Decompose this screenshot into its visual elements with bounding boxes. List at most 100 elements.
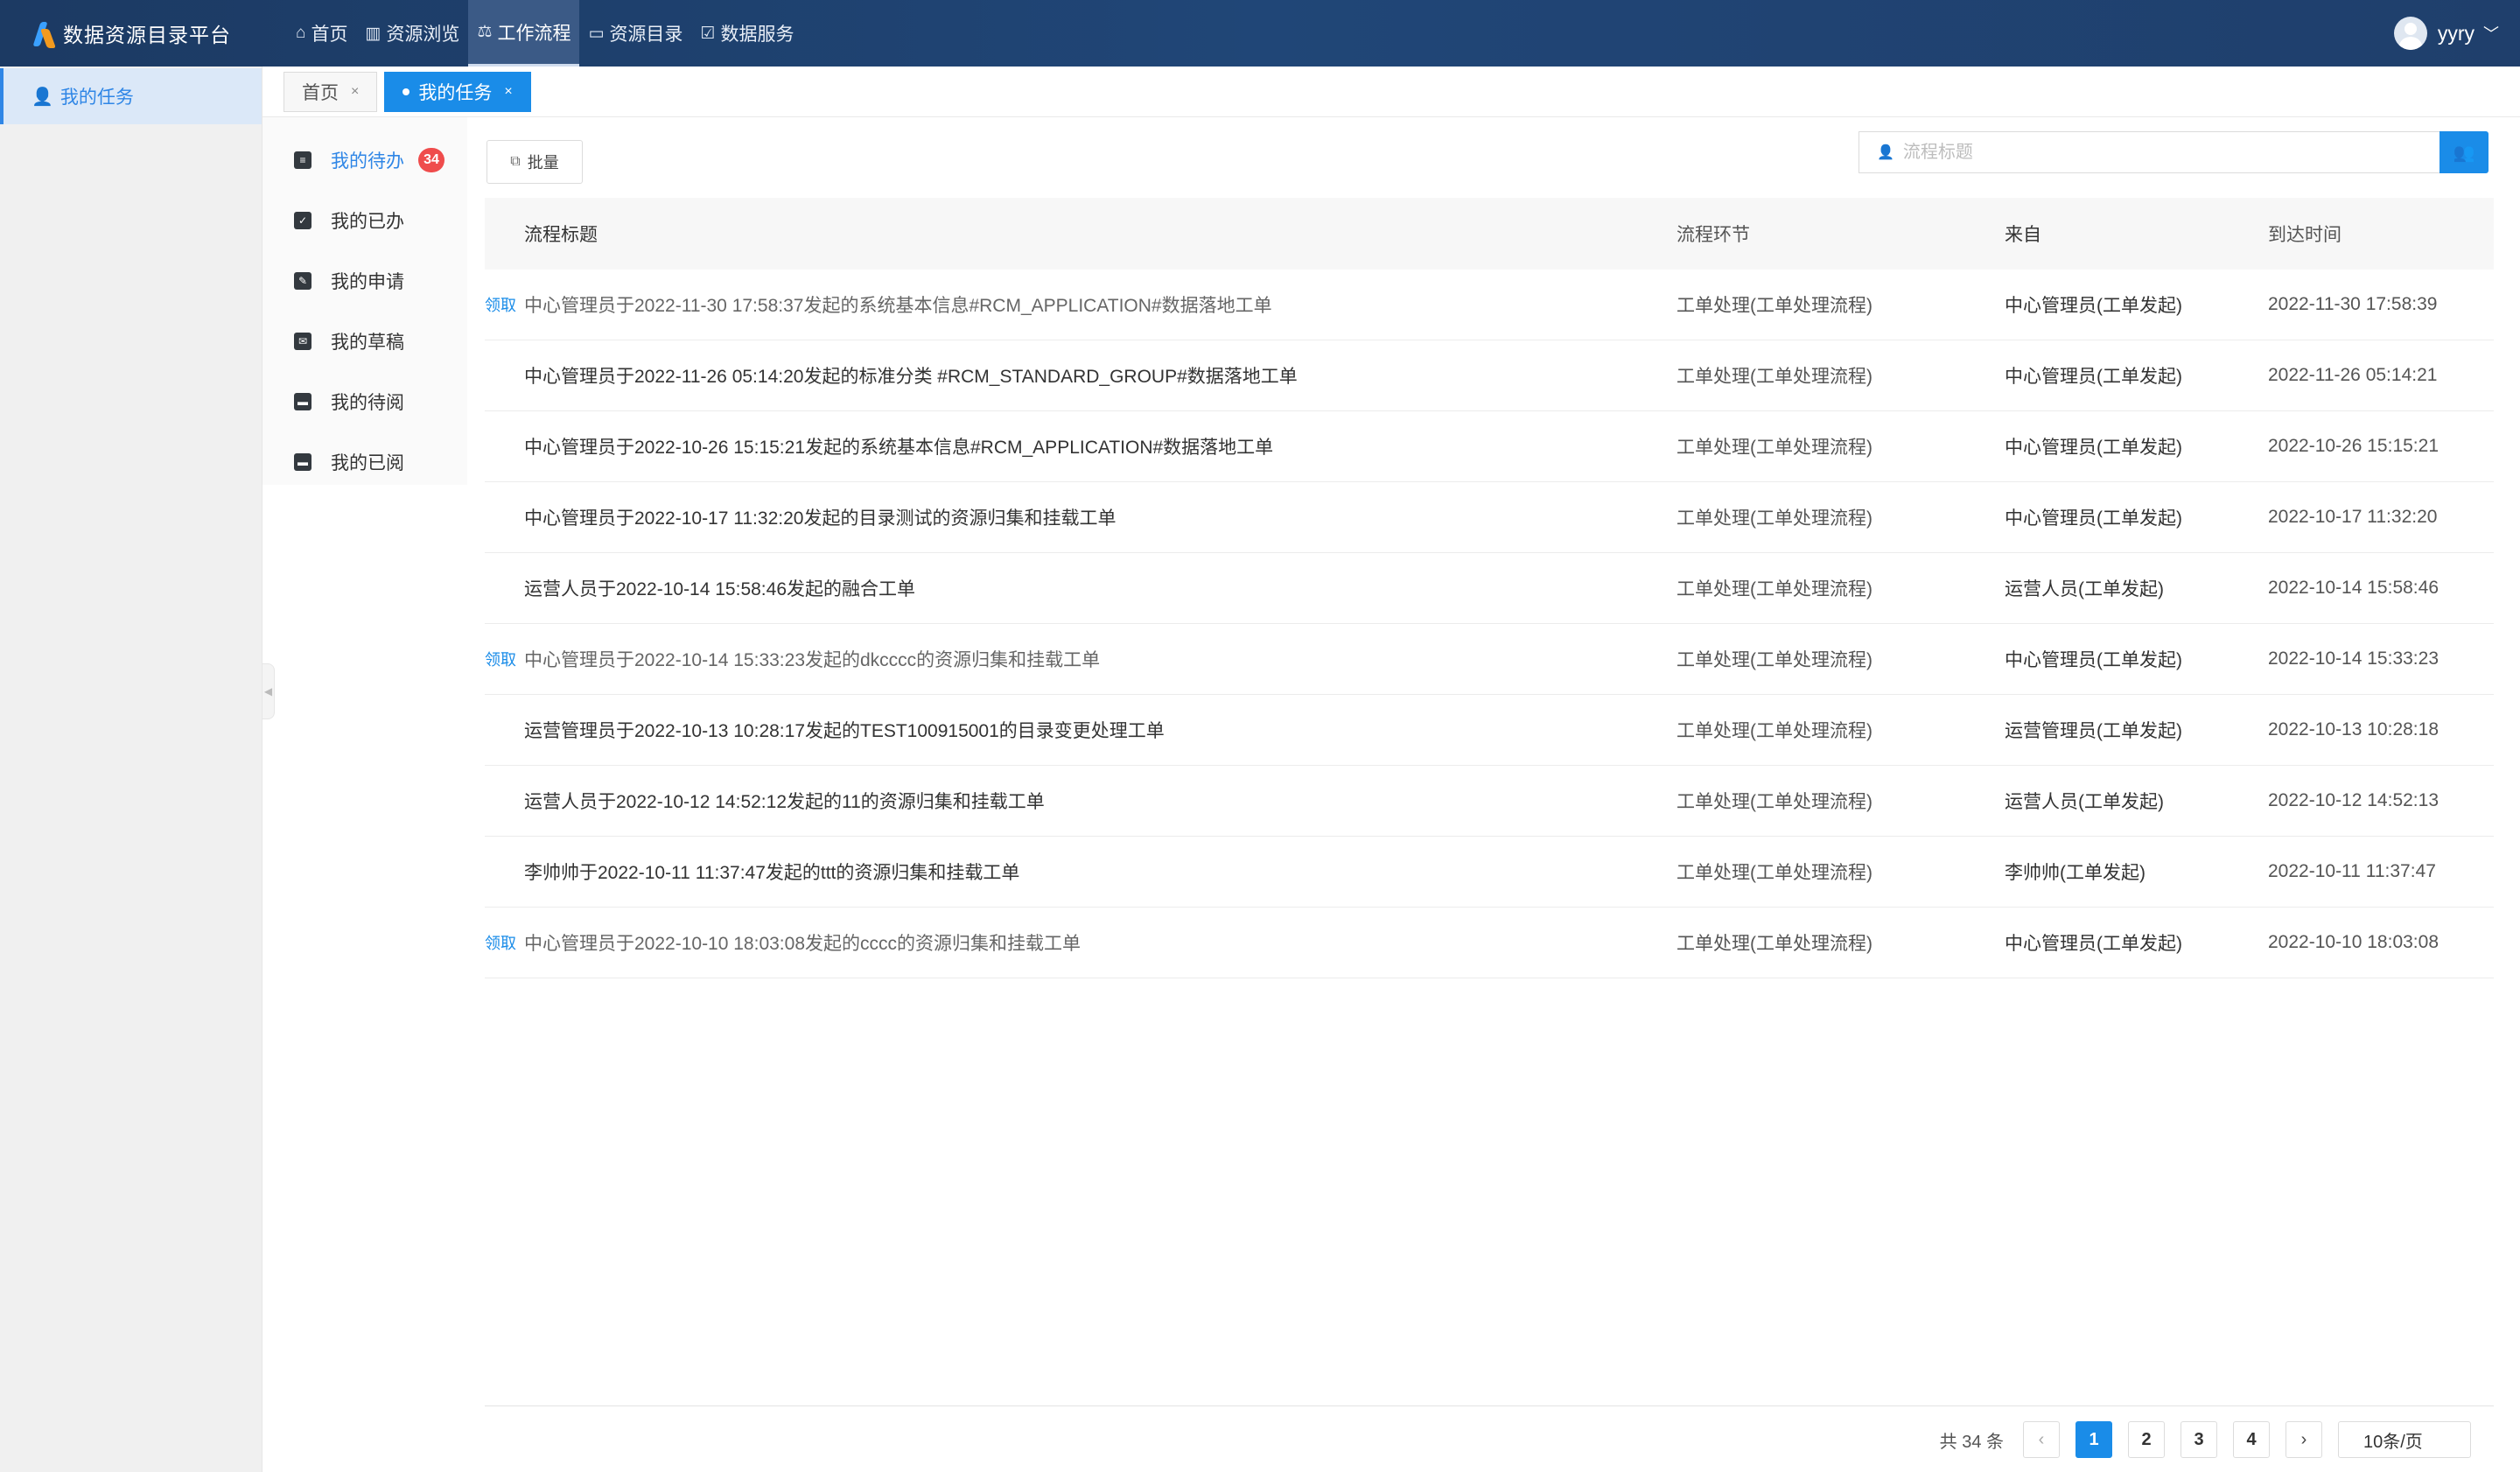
nav-label: 资源浏览 [386, 25, 460, 45]
nav-label: 数据服务 [720, 25, 794, 45]
row-title[interactable]: 运营管理员于2022-10-13 10:28:17发起的TEST10091500… [524, 717, 1676, 743]
nav-item-workflow[interactable]: ⚖ 工作流程 [468, 0, 580, 67]
row-from: 运营人员(工单发起) [2005, 579, 2164, 599]
submenu-label: 我的已阅 [331, 452, 404, 473]
row-title[interactable]: 中心管理员于2022-10-14 15:33:23发起的dkcccc的资源归集和… [524, 646, 1676, 672]
row-title[interactable]: 中心管理员于2022-10-10 18:03:08发起的cccc的资源归集和挂载… [524, 929, 1676, 956]
chevron-left-icon: ◀ [263, 685, 273, 697]
table-body: 领取 中心管理员于2022-11-30 17:58:37发起的系统基本信息#RCM… [485, 270, 2494, 978]
task-table: 流程标题 流程环节 来自 到达时间 领取 中心管理员于2022-11-30 17:… [485, 198, 2494, 978]
row-from: 中心管理员(工单发起) [2005, 650, 2182, 670]
logo-icon [32, 18, 58, 48]
close-icon[interactable]: × [351, 84, 359, 100]
page-size-select[interactable]: 10条/页 [2338, 1421, 2471, 1458]
table-row[interactable]: 领取 中心管理员于2022-11-30 17:58:37发起的系统基本信息#RCM… [485, 270, 2494, 340]
table-row[interactable]: 运营管理员于2022-10-13 10:28:17发起的TEST10091500… [485, 695, 2494, 766]
book-icon: ▥ [365, 24, 382, 43]
table-row[interactable]: 中心管理员于2022-11-26 05:14:20发起的标准分类 #RCM_ST… [485, 340, 2494, 411]
page-button-4[interactable]: 4 [2233, 1421, 2270, 1458]
chevron-down-icon: ﹀ [2483, 25, 2499, 43]
submenu-label: 我的申请 [331, 271, 404, 292]
row-node: 工单处理(工单处理流程) [1676, 296, 1872, 316]
row-node: 工单处理(工单处理流程) [1676, 438, 1872, 458]
tab-my-tasks[interactable]: 我的任务 × [384, 71, 531, 112]
app-logo[interactable]: 数据资源目录平台 [32, 18, 276, 48]
submenu-item-applications[interactable]: ✎ 我的申请 [262, 250, 467, 311]
check-icon: ✓ [294, 211, 312, 229]
nav-label: 资源目录 [609, 25, 683, 45]
table-row[interactable]: 运营人员于2022-10-12 14:52:12发起的11的资源归集和挂载工单工… [485, 766, 2494, 837]
row-time: 2022-10-14 15:58:46 [2268, 578, 2439, 598]
search-box: 👤 👥 [1858, 131, 2488, 173]
main-nav: ⌂ 首页 ▥ 资源浏览 ⚖ 工作流程 ▭ 资源目录 ☑ 数据服务 [287, 0, 802, 67]
row-time: 2022-10-14 15:33:23 [2268, 648, 2439, 669]
table-row[interactable]: 领取 中心管理员于2022-10-10 18:03:08发起的cccc的资源归集和… [485, 908, 2494, 978]
total-count: 共 34 条 [1939, 1432, 2004, 1452]
column-header-node: 流程环节 [1676, 225, 1750, 245]
service-icon: ☑ [700, 24, 716, 43]
row-time: 2022-10-11 11:37:47 [2268, 861, 2436, 881]
next-page-button[interactable]: › [2286, 1421, 2322, 1458]
row-title[interactable]: 中心管理员于2022-10-17 11:32:20发起的目录测试的资源归集和挂载… [524, 504, 1676, 530]
search-button[interactable]: 👥 [2440, 131, 2488, 173]
chevron-left-icon: ‹ [2038, 1429, 2045, 1449]
row-title[interactable]: 李帅帅于2022-10-11 11:37:47发起的ttt的资源归集和挂载工单 [524, 859, 1676, 885]
table-row[interactable]: 运营人员于2022-10-14 15:58:46发起的融合工单 工单处理(工单处理… [485, 553, 2494, 624]
table-header: 流程标题 流程环节 来自 到达时间 [485, 198, 2494, 270]
table-row[interactable]: 李帅帅于2022-10-11 11:37:47发起的ttt的资源归集和挂载工单工… [485, 837, 2494, 908]
chevron-right-icon: › [2300, 1429, 2307, 1449]
claim-link[interactable]: 领取 [485, 648, 524, 670]
row-title[interactable]: 运营人员于2022-10-12 14:52:12发起的11的资源归集和挂载工单 [524, 788, 1676, 814]
row-title[interactable]: 中心管理员于2022-11-30 17:58:37发起的系统基本信息#RCM_A… [524, 291, 1676, 318]
search-input[interactable] [1902, 142, 2428, 163]
table-row[interactable]: 中心管理员于2022-10-17 11:32:20发起的目录测试的资源归集和挂载… [485, 482, 2494, 553]
row-time: 2022-10-10 18:03:08 [2268, 932, 2439, 952]
row-node: 工单处理(工单处理流程) [1676, 934, 1872, 954]
submenu-item-done[interactable]: ✓ 我的已办 [262, 190, 467, 250]
submenu-item-to-read[interactable]: ▬ 我的待阅 [262, 371, 467, 431]
row-from: 中心管理员(工单发起) [2005, 508, 2182, 529]
nav-item-data-service[interactable]: ☑ 数据服务 [691, 0, 802, 67]
row-from: 中心管理员(工单发起) [2005, 438, 2182, 458]
submenu-label: 我的草稿 [331, 332, 404, 353]
sidebar-collapse-handle[interactable]: ◀ [262, 663, 275, 719]
message-icon: ▬ [294, 452, 312, 471]
row-title[interactable]: 中心管理员于2022-10-26 15:15:21发起的系统基本信息#RCM_A… [524, 433, 1676, 459]
table-row[interactable]: 中心管理员于2022-10-26 15:15:21发起的系统基本信息#RCM_A… [485, 411, 2494, 482]
row-from: 中心管理员(工单发起) [2005, 296, 2182, 316]
active-dot-icon [402, 88, 410, 95]
submenu-item-todo[interactable]: ≡ 我的待办 34 [262, 130, 467, 190]
row-title[interactable]: 运营人员于2022-10-14 15:58:46发起的融合工单 [524, 575, 1676, 601]
row-node: 工单处理(工单处理流程) [1676, 579, 1872, 599]
page-button-3[interactable]: 3 [2180, 1421, 2217, 1458]
tab-label: 我的任务 [418, 82, 493, 103]
draft-icon: ✉ [294, 332, 312, 350]
submenu-label: 我的待阅 [331, 392, 404, 413]
batch-button[interactable]: ⧉ 批量 [486, 140, 583, 184]
column-header-from: 来自 [2005, 225, 2041, 245]
prev-page-button[interactable]: ‹ [2023, 1421, 2060, 1458]
copy-icon: ⧉ [510, 154, 521, 169]
row-node: 工单处理(工单处理流程) [1676, 792, 1872, 812]
submenu-item-drafts[interactable]: ✉ 我的草稿 [262, 311, 467, 371]
nav-item-resource-browse[interactable]: ▥ 资源浏览 [356, 0, 468, 67]
row-time: 2022-10-26 15:15:21 [2268, 436, 2439, 456]
nav-item-home[interactable]: ⌂ 首页 [287, 0, 356, 67]
tab-home[interactable]: 首页 × [284, 71, 378, 112]
page-button-1[interactable]: 1 [2076, 1421, 2112, 1458]
nav-label: 首页 [311, 25, 348, 45]
sidebar-item-my-tasks[interactable]: 👤 我的任务 [0, 68, 262, 124]
footer-divider [485, 1405, 2494, 1406]
close-icon[interactable]: × [504, 84, 512, 100]
claim-link[interactable]: 领取 [485, 931, 524, 954]
nav-item-resource-catalog[interactable]: ▭ 资源目录 [579, 0, 691, 67]
page-button-2[interactable]: 2 [2128, 1421, 2165, 1458]
row-title[interactable]: 中心管理员于2022-11-26 05:14:20发起的标准分类 #RCM_ST… [524, 362, 1676, 389]
submenu-item-read[interactable]: ▬ 我的已阅 [262, 431, 467, 492]
app-title: 数据资源目录平台 [63, 24, 231, 46]
claim-link[interactable]: 领取 [485, 293, 524, 316]
user-menu[interactable]: yyry ﹀ [2393, 17, 2499, 50]
sidebar: 👤 我的任务 [0, 67, 262, 1472]
avatar [2393, 17, 2427, 50]
table-row[interactable]: 领取 中心管理员于2022-10-14 15:33:23发起的dkcccc的资源归… [485, 624, 2494, 695]
